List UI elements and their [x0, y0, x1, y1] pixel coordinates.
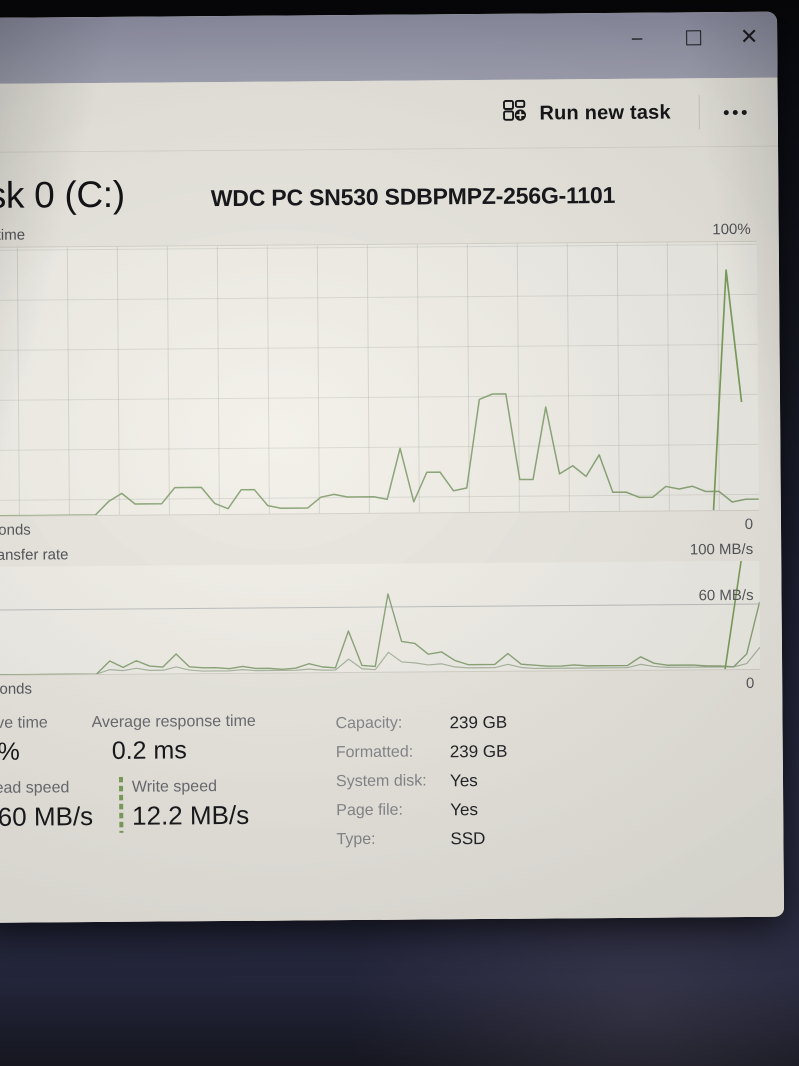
toolbar-divider: [698, 95, 700, 130]
transfer-rate-graph-lines: [0, 561, 760, 675]
ellipsis-icon: [723, 109, 729, 115]
write-speed-color-swatch: [118, 776, 124, 833]
info-row: Page file: Yes: [336, 795, 508, 825]
info-value: Yes: [449, 771, 478, 791]
info-key: Page file:: [336, 801, 404, 820]
transfer-rate-graph[interactable]: 60 MB/s: [0, 560, 761, 676]
info-row: Formatted: 239 GB: [336, 737, 508, 767]
command-bar: Run new task: [0, 77, 779, 153]
transfer-rate-x-axis-label: 60 seconds: [0, 680, 33, 699]
info-key: Capacity:: [335, 714, 403, 733]
active-time-x-axis-label: 60 seconds: [0, 521, 31, 540]
info-row: Capacity: 239 GB: [335, 708, 507, 738]
transfer-rate-y-min-label: 0: [745, 674, 755, 692]
active-time-graph-line: [0, 242, 759, 516]
task-manager-window: – ✕ Run new task Disk 0 (C:) WDC PC SN53…: [0, 11, 785, 923]
active-time-chart-label: Active time: [0, 226, 26, 245]
active-time-y-min-label: 0: [744, 515, 754, 533]
average-response-time-label: Average response time: [91, 712, 256, 732]
transfer-rate-max-label: 100 MB/s: [689, 540, 754, 559]
info-value: Yes: [450, 800, 479, 820]
speed-stats-row: Read speed 160 MB/s Write speed 12.2 MB/…: [0, 775, 330, 834]
maximize-icon: [685, 29, 701, 45]
write-speed-value: 12.2 MB/s: [131, 799, 250, 831]
maximize-button[interactable]: [665, 12, 721, 62]
disk-model-label: WDC PC SN530 SDBPMPZ-256G-1101: [210, 181, 616, 212]
more-options-button[interactable]: [710, 94, 760, 130]
average-response-time-stat: Average response time 0.2 ms: [91, 709, 301, 767]
ellipsis-icon: [741, 109, 747, 115]
window-titlebar: – ✕: [0, 11, 778, 84]
new-task-icon: [502, 99, 528, 129]
page-title: Disk 0 (C:): [0, 173, 125, 217]
info-row: System disk: Yes: [336, 766, 508, 796]
active-time-stat-label: Active time: [0, 714, 48, 733]
run-new-task-button[interactable]: Run new task: [488, 89, 685, 137]
read-speed-value: 160 MB/s: [0, 801, 94, 832]
info-value: SSD: [450, 828, 486, 849]
ellipsis-icon: [732, 109, 738, 115]
info-key: Formatted:: [335, 743, 414, 762]
disk-info-list: Capacity: 239 GB Formatted: 239 GB Syste…: [329, 708, 508, 854]
info-row: Type: SSD: [336, 824, 508, 854]
disk-stats-left: Active time 20% Average response time 0.…: [0, 709, 331, 857]
close-button[interactable]: ✕: [721, 12, 777, 62]
active-time-stat-value: 20%: [0, 737, 20, 767]
transfer-rate-reference-label: 60 MB/s: [698, 586, 754, 605]
read-speed-label: Read speed: [0, 779, 70, 797]
write-speed-stat: Write speed 12.2 MB/s: [118, 776, 250, 833]
close-icon: ✕: [739, 23, 759, 49]
info-key: Type:: [336, 830, 376, 849]
minimize-icon: –: [631, 27, 643, 49]
run-new-task-label: Run new task: [539, 101, 671, 125]
disk-performance-panel: Disk 0 (C:) WDC PC SN530 SDBPMPZ-256G-11…: [0, 146, 785, 923]
transfer-rate-chart-block: Disk transfer rate 100 MB/s 60 MB/s 60 s…: [0, 540, 761, 699]
read-speed-stat: Read speed 160 MB/s: [0, 777, 93, 834]
info-value: 239 GB: [449, 741, 508, 762]
info-key: System disk:: [335, 772, 427, 791]
active-time-max-label: 100%: [712, 220, 751, 239]
write-speed-label: Write speed: [131, 778, 218, 796]
average-response-time-value: 0.2 ms: [111, 736, 187, 765]
active-time-graph[interactable]: [0, 240, 759, 517]
transfer-rate-chart-label: Disk transfer rate: [0, 546, 69, 564]
info-value: 239 GB: [449, 712, 508, 733]
disk-header: Disk 0 (C:) WDC PC SN530 SDBPMPZ-256G-11…: [0, 147, 757, 227]
active-time-chart-block: Active time 100% 60 seconds 0: [0, 221, 759, 539]
disk-stats: Active time 20% Average response time 0.…: [0, 692, 762, 857]
minimize-button[interactable]: –: [609, 13, 665, 75]
active-time-stat: Active time 20%: [0, 711, 92, 768]
primary-stats-row: Active time 20% Average response time 0.…: [0, 709, 330, 768]
